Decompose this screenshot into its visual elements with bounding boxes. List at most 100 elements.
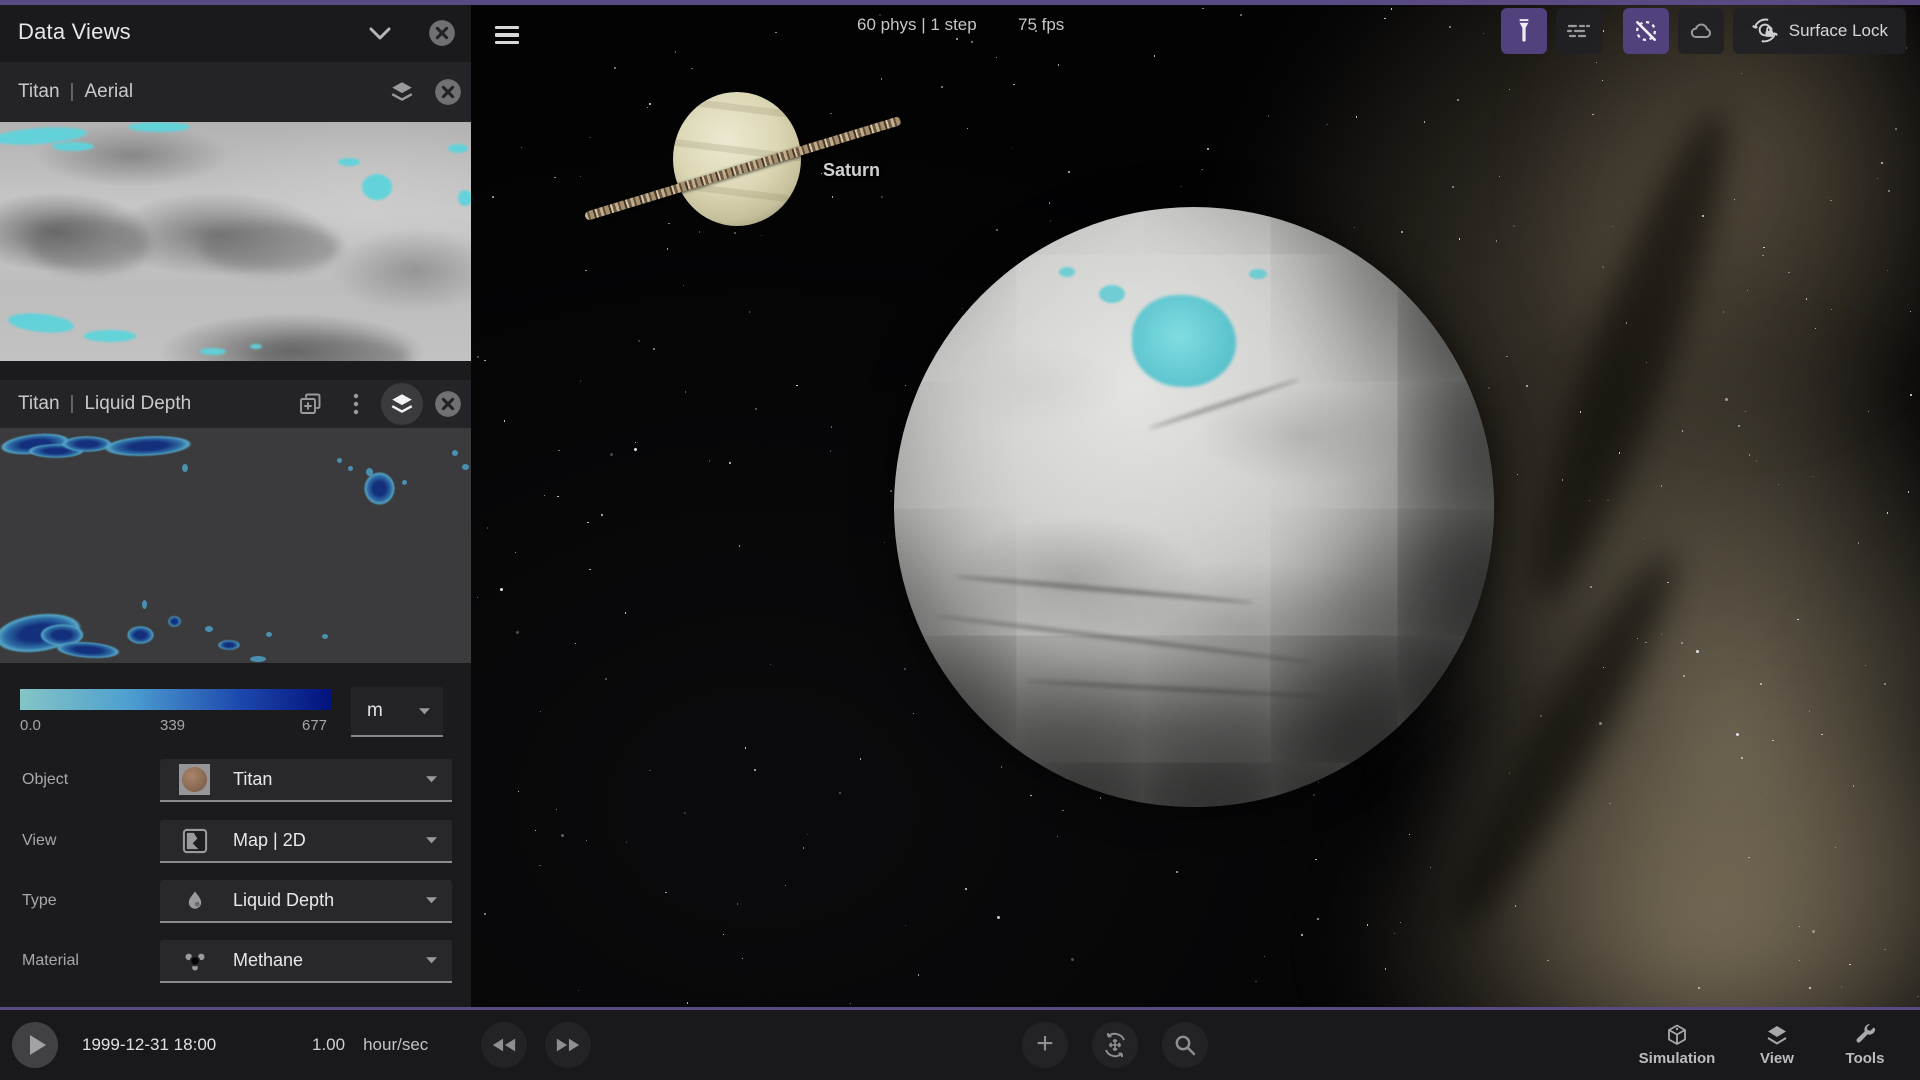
speed-value: 1.00 (312, 1035, 345, 1055)
layers-button-active[interactable] (381, 383, 423, 425)
view-menu-label: View (1760, 1050, 1794, 1067)
unit-value: m (367, 700, 383, 722)
haze-button[interactable] (1556, 8, 1602, 54)
collapse-panel-button[interactable] (366, 21, 394, 47)
play-icon (30, 1035, 46, 1055)
type-field-label: Type (22, 880, 57, 921)
color-scale-gradient[interactable] (20, 689, 332, 710)
physics-stats: 60 phys | 1 step (857, 15, 977, 35)
cloud-icon (1687, 19, 1715, 43)
unit-dropdown[interactable]: m (351, 687, 443, 737)
duplicate-view-button[interactable] (287, 381, 333, 427)
bottom-accent-strip (0, 1007, 1920, 1010)
material-field-label: Material (22, 940, 79, 981)
play-button[interactable] (12, 1022, 58, 1068)
layers-icon (389, 391, 415, 417)
liquid-depth-map-thumbnail[interactable] (0, 428, 471, 663)
rewind-icon (491, 1037, 517, 1053)
simulation-menu-label: Simulation (1639, 1050, 1716, 1067)
slow-down-button[interactable] (481, 1022, 527, 1068)
bottom-control-bar: 1999-12-31 18:00 1.00 hour/sec + Simulat… (0, 1010, 1920, 1080)
add-object-button[interactable]: + (1022, 1022, 1068, 1068)
droplet-icon (183, 889, 207, 913)
object-value: Titan (233, 769, 272, 790)
separator: | (70, 393, 75, 414)
close-view-button[interactable] (425, 381, 471, 427)
object-field-label: Object (22, 759, 68, 800)
liquid-lake-blob (364, 472, 395, 505)
app-window: Data Views Titan|Aerial (0, 0, 1920, 1080)
titan-moon[interactable] (894, 207, 1494, 807)
speed-up-button[interactable] (545, 1022, 591, 1068)
tools-menu-button[interactable]: Tools (1820, 1010, 1910, 1080)
view-title: Titan | Liquid Depth (18, 393, 191, 415)
duplicate-icon (298, 392, 322, 416)
wrench-icon (1853, 1023, 1877, 1047)
simulation-menu-button[interactable]: Simulation (1632, 1010, 1722, 1080)
view-object-name: Titan (18, 393, 60, 414)
simulation-speed[interactable]: 1.00 hour/sec (312, 1010, 428, 1080)
material-dropdown[interactable]: Methane (160, 940, 452, 983)
reset-camera-button[interactable] (1092, 1022, 1138, 1068)
viewport-menu-button[interactable] (489, 19, 525, 51)
view-dropdown[interactable]: Map | 2D (160, 820, 452, 863)
surface-lock-label: Surface Lock (1789, 21, 1888, 41)
clouds-button[interactable] (1678, 8, 1724, 54)
flashlight-button[interactable] (1501, 8, 1547, 54)
aerial-map-thumbnail[interactable] (0, 122, 471, 361)
type-value: Liquid Depth (233, 890, 334, 911)
close-view-button[interactable] (425, 69, 471, 115)
space-3d-viewport[interactable]: Saturn 60 phys | 1 step 75 fps (471, 5, 1920, 1007)
orbits-off-button[interactable] (1623, 8, 1669, 54)
aerial-lake-blob (362, 174, 392, 200)
close-icon (434, 390, 462, 418)
saturn-label[interactable]: Saturn (823, 160, 880, 181)
layers-button[interactable] (379, 69, 425, 115)
close-icon (434, 78, 462, 106)
data-views-panel: Data Views Titan|Aerial (0, 5, 471, 1007)
type-dropdown[interactable]: Liquid Depth (160, 880, 452, 923)
kebab-menu-icon (346, 392, 366, 416)
layers-icon (1765, 1023, 1789, 1047)
view-header-aerial: Titan|Aerial (0, 62, 471, 122)
viewport-toolbar: Surface Lock (1501, 8, 1906, 54)
hamburger-menu-icon (495, 26, 519, 30)
cube-icon (1665, 1023, 1689, 1047)
view-type-name: Liquid Depth (84, 393, 191, 414)
search-icon (1173, 1033, 1197, 1057)
view-menu-button[interactable]: View (1732, 1010, 1822, 1080)
scale-min-label: 0.0 (20, 717, 41, 734)
separator: | (70, 81, 75, 102)
titan-lake-patch (1132, 295, 1236, 387)
close-icon (428, 19, 456, 47)
data-views-header: Data Views (0, 5, 471, 62)
dropdown-arrow-icon (425, 836, 438, 845)
dropdown-arrow-icon (418, 707, 431, 716)
speed-unit: hour/sec (363, 1035, 428, 1055)
molecule-icon (182, 948, 208, 974)
orbits-off-icon (1633, 18, 1659, 44)
close-panel-button[interactable] (426, 17, 458, 49)
material-field-row: Material Methane (0, 940, 471, 981)
view-field-label: View (22, 820, 56, 861)
view-field-row: View Map | 2D (0, 820, 471, 861)
material-value: Methane (233, 950, 303, 971)
map-icon (181, 827, 209, 855)
surface-lock-button[interactable]: Surface Lock (1733, 8, 1906, 54)
scale-max-label: 677 (302, 717, 327, 734)
object-dropdown[interactable]: Titan (160, 759, 452, 802)
view-object-name: Titan (18, 81, 60, 102)
view-header-liquid-depth: Titan | Liquid Depth (0, 380, 471, 428)
dropdown-arrow-icon (425, 775, 438, 784)
view-title: Titan|Aerial (18, 81, 133, 103)
view-options-button[interactable] (333, 381, 379, 427)
view-value: Map | 2D (233, 830, 306, 851)
object-field-row: Object Titan (0, 759, 471, 800)
add-icon: + (1036, 1029, 1054, 1059)
simulation-datetime[interactable]: 1999-12-31 18:00 (82, 1010, 216, 1080)
chevron-down-icon (368, 26, 392, 42)
type-field-row: Type Liquid Depth (0, 880, 471, 921)
search-button[interactable] (1162, 1022, 1208, 1068)
layers-icon (389, 79, 415, 105)
surface-lock-icon (1751, 17, 1779, 45)
